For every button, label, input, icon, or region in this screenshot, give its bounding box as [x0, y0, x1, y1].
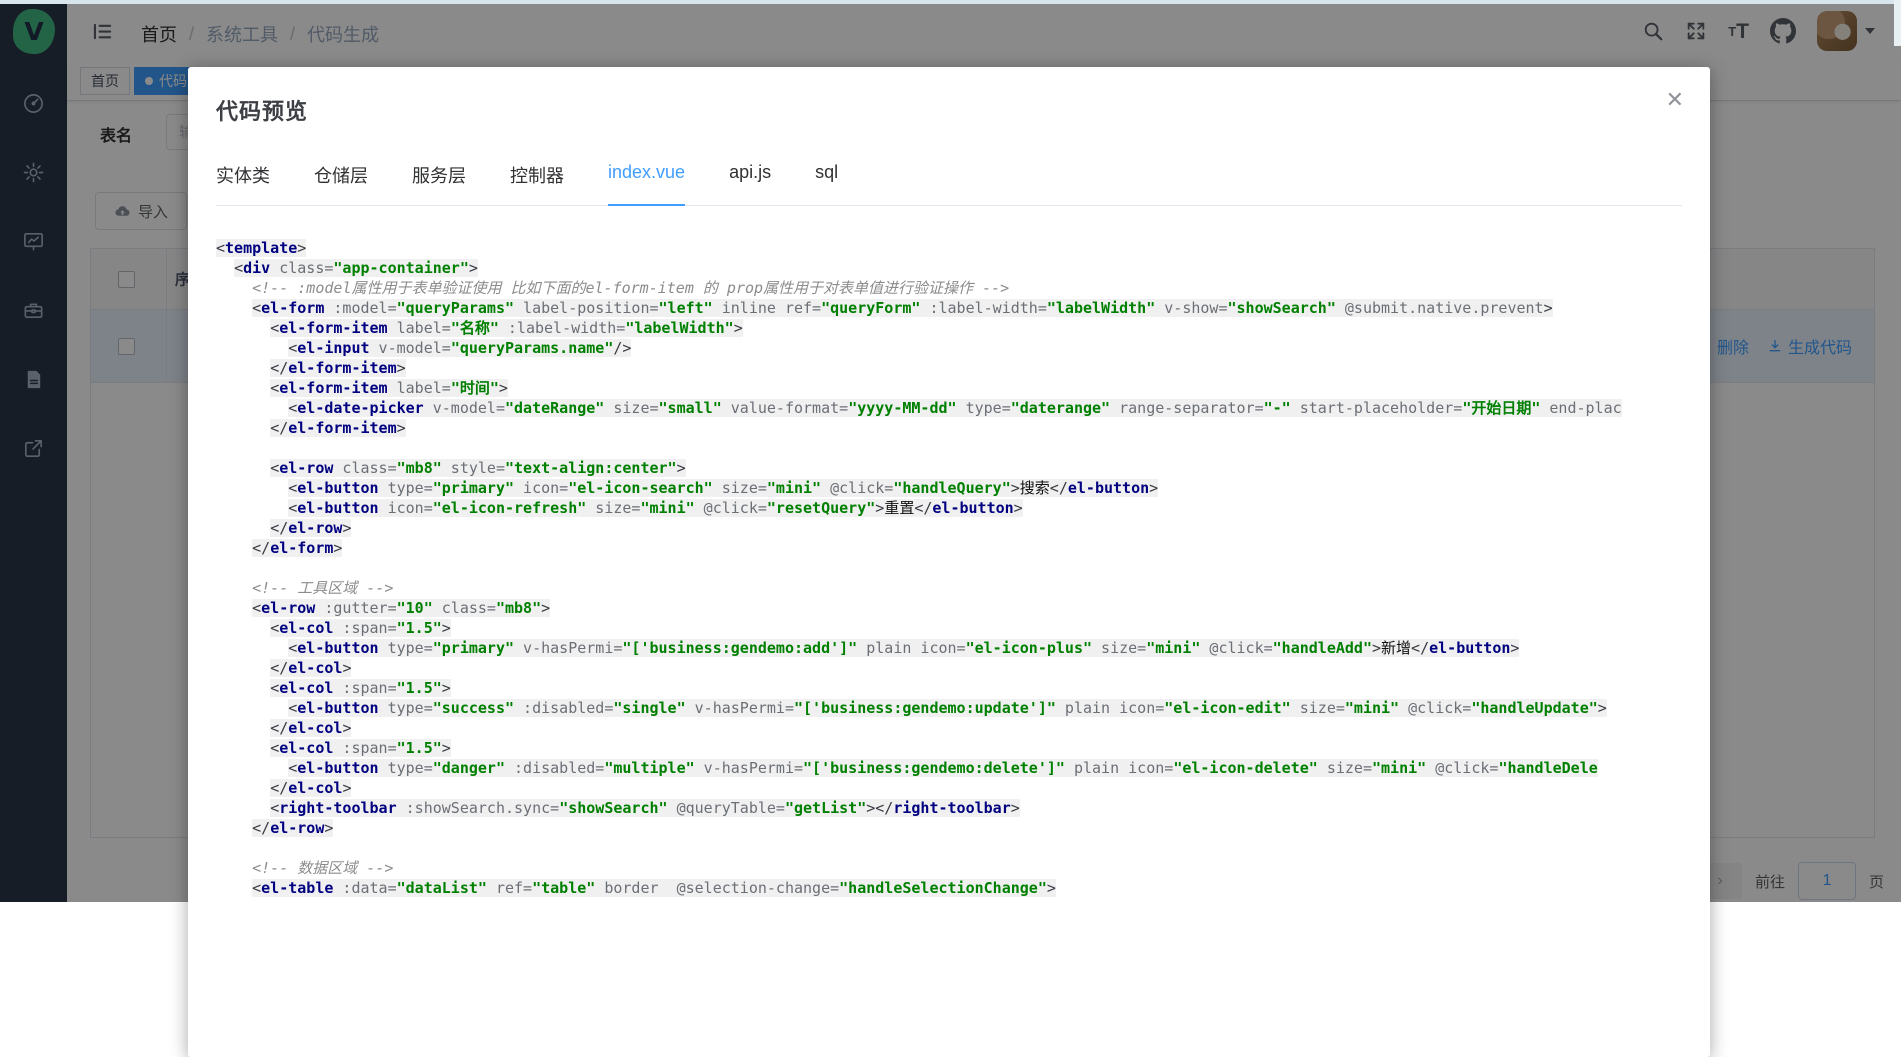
code-line: <el-input v-model="queryParams.name"/>	[216, 338, 1684, 358]
code-line: </el-form-item>	[216, 418, 1684, 438]
code-line	[216, 438, 1684, 458]
code-line: <el-col :span="1.5">	[216, 618, 1684, 638]
code-line: </el-col>	[216, 658, 1684, 678]
code-line: <!-- 工具区域 -->	[216, 578, 1684, 598]
code-line: <el-button icon="el-icon-refresh" size="…	[216, 498, 1684, 518]
code-line: </el-form-item>	[216, 358, 1684, 378]
tab-仓储层[interactable]: 仓储层	[314, 162, 368, 205]
code-line: <el-button type="primary" v-hasPermi="['…	[216, 638, 1684, 658]
code-line: <el-col :span="1.5">	[216, 678, 1684, 698]
tab-api.js[interactable]: api.js	[729, 162, 771, 205]
code-block: <template> <div class="app-container"> <…	[216, 238, 1684, 898]
code-line: <el-date-picker v-model="dateRange" size…	[216, 398, 1684, 418]
code-line: <div class="app-container">	[216, 258, 1684, 278]
tab-控制器[interactable]: 控制器	[510, 162, 564, 205]
tab-实体类[interactable]: 实体类	[216, 162, 270, 205]
close-icon[interactable]: ✕	[1666, 89, 1684, 111]
code-line	[216, 838, 1684, 858]
code-line: <right-toolbar :showSearch.sync="showSea…	[216, 798, 1684, 818]
tab-index.vue[interactable]: index.vue	[608, 162, 685, 205]
code-line	[216, 558, 1684, 578]
code-line: <template>	[216, 238, 1684, 258]
code-line: <el-row class="mb8" style="text-align:ce…	[216, 458, 1684, 478]
code-line: <el-form-item label="时间">	[216, 378, 1684, 398]
code-line: </el-row>	[216, 818, 1684, 838]
tab-sql[interactable]: sql	[815, 162, 838, 205]
code-line: <el-form :model="queryParams" label-posi…	[216, 298, 1684, 318]
code-line: </el-form>	[216, 538, 1684, 558]
code-line: <el-col :span="1.5">	[216, 738, 1684, 758]
code-preview-dialog: 代码预览 ✕ 实体类 仓储层 服务层 控制器 index.vue api.js sql <t…	[188, 67, 1710, 1057]
code-line: <!-- :model属性用于表单验证使用 比如下面的el-form-item …	[216, 278, 1684, 298]
code-line: </el-col>	[216, 778, 1684, 798]
scrollbar-top-fragment[interactable]	[1894, 0, 1901, 46]
code-line: <el-table :data="dataList" ref="table" b…	[216, 878, 1684, 898]
screen: { "colors":{"accent_blue":"#409eff","bra…	[0, 0, 1901, 902]
tab-服务层[interactable]: 服务层	[412, 162, 466, 205]
browser-top-strip	[0, 0, 1901, 4]
code-line: <el-form-item label="名称" :label-width="l…	[216, 318, 1684, 338]
dialog-tabs: 实体类 仓储层 服务层 控制器 index.vue api.js sql	[216, 162, 1682, 206]
code-line: <el-button type="success" :disabled="sin…	[216, 698, 1684, 718]
code-line: <el-button type="danger" :disabled="mult…	[216, 758, 1684, 778]
code-line: <!-- 数据区域 -->	[216, 858, 1684, 878]
code-line: </el-col>	[216, 718, 1684, 738]
dialog-title: 代码预览	[216, 94, 1710, 126]
code-line: <el-row :gutter="10" class="mb8">	[216, 598, 1684, 618]
code-line: </el-row>	[216, 518, 1684, 538]
code-line: <el-button type="primary" icon="el-icon-…	[216, 478, 1684, 498]
